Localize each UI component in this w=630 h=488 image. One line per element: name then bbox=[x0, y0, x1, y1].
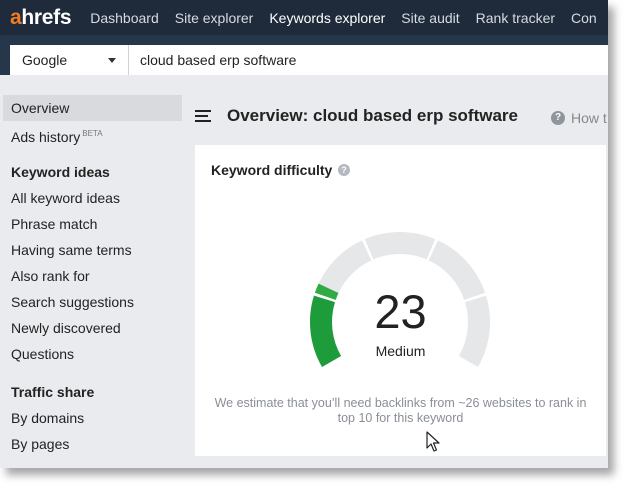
search-bar: Google cloud based erp software bbox=[0, 35, 608, 75]
nav-dashboard[interactable]: Dashboard bbox=[90, 10, 159, 26]
chevron-down-icon bbox=[108, 58, 116, 63]
ahrefs-logo[interactable]: ahrefs bbox=[10, 7, 72, 28]
sidebar-item-search-suggestions[interactable]: Search suggestions bbox=[0, 289, 190, 315]
beta-badge: BETA bbox=[82, 129, 103, 138]
gauge-segment bbox=[364, 232, 436, 260]
sidebar-item-all-keyword-ideas[interactable]: All keyword ideas bbox=[0, 185, 190, 211]
sidebar-item-questions[interactable]: Questions bbox=[0, 341, 190, 367]
sidebar-item-having-same-terms[interactable]: Having same terms bbox=[0, 237, 190, 263]
menu-icon[interactable] bbox=[195, 110, 211, 124]
how-to-label: How t bbox=[571, 110, 607, 126]
sidebar-heading-traffic-share: Traffic share bbox=[11, 384, 95, 400]
sidebar-item-label: Ads history bbox=[11, 129, 81, 145]
nav-keywords-explorer[interactable]: Keywords explorer bbox=[269, 10, 385, 26]
search-engine-select[interactable]: Google bbox=[10, 45, 129, 75]
page-title: Overview: cloud based erp software bbox=[227, 106, 518, 125]
nav-site-audit[interactable]: Site audit bbox=[401, 10, 459, 26]
nav-site-explorer[interactable]: Site explorer bbox=[175, 10, 254, 26]
sidebar-item-by-pages[interactable]: By pages bbox=[0, 431, 190, 457]
app-window: ahrefs Dashboard Site explorer Keywords … bbox=[0, 0, 608, 468]
nav-content-explorer[interactable]: Con bbox=[571, 10, 597, 26]
nav-rank-tracker[interactable]: Rank tracker bbox=[476, 10, 555, 26]
keyword-search-input[interactable]: cloud based erp software bbox=[129, 45, 608, 75]
backlinks-estimate-note: We estimate that you’ll need backlinks f… bbox=[214, 396, 587, 425]
sidebar-heading-keyword-ideas: Keyword ideas bbox=[11, 164, 110, 180]
sidebar-item-by-domains[interactable]: By domains bbox=[0, 405, 190, 431]
keyword-difficulty-title: Keyword difficulty bbox=[211, 162, 333, 178]
sidebar-item-also-rank-for[interactable]: Also rank for bbox=[0, 263, 190, 289]
sidebar-item-phrase-match[interactable]: Phrase match bbox=[0, 211, 190, 237]
difficulty-score: 23 bbox=[374, 285, 427, 338]
difficulty-level: Medium bbox=[375, 343, 426, 359]
how-to-link[interactable]: ? How t bbox=[551, 110, 607, 126]
sidebar-item-newly-discovered[interactable]: Newly discovered bbox=[0, 315, 190, 341]
search-engine-value: Google bbox=[22, 52, 68, 68]
question-icon: ? bbox=[551, 111, 565, 125]
mouse-cursor-icon bbox=[426, 431, 440, 452]
keyword-difficulty-card: Keyword difficulty ? 23 Medium We estima… bbox=[195, 145, 606, 456]
sidebar-item-ads-history[interactable]: Ads history BETA bbox=[0, 121, 190, 147]
sidebar: Overview Ads history BETA Keyword ideas A… bbox=[0, 95, 190, 457]
top-navigation: ahrefs Dashboard Site explorer Keywords … bbox=[0, 0, 608, 35]
sidebar-item-overview[interactable]: Overview bbox=[3, 95, 182, 121]
help-icon[interactable]: ? bbox=[338, 164, 350, 176]
